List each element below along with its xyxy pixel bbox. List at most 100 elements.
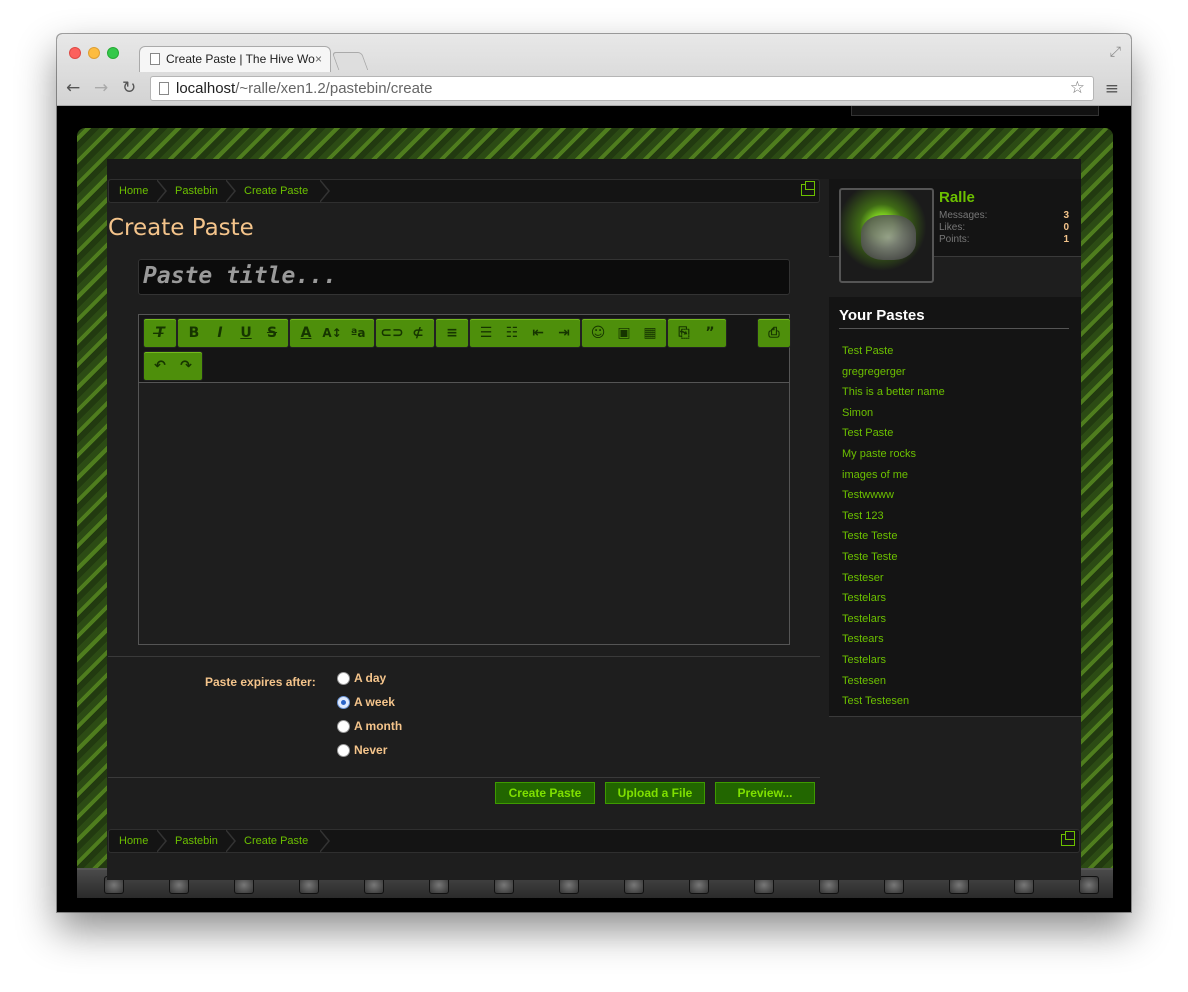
paste-link[interactable]: Test Testesen (842, 695, 909, 707)
redo-icon[interactable]: ↷ (173, 353, 199, 379)
numbered-list-icon[interactable]: ☷ (499, 320, 525, 346)
breadcrumb-pastebin[interactable]: Pastebin (175, 180, 218, 202)
source-toggle-icon[interactable]: ⎙ (761, 320, 787, 346)
radio-button[interactable] (337, 719, 350, 733)
underline-icon[interactable]: U (233, 320, 259, 346)
paste-title-input[interactable]: Paste title... (138, 259, 790, 295)
indent-icon[interactable]: ⇥ (551, 320, 577, 346)
create-paste-button[interactable]: Create Paste (495, 782, 595, 804)
paste-link[interactable]: Testelars (842, 592, 886, 604)
forward-icon[interactable]: → (94, 78, 108, 98)
username[interactable]: Ralle (939, 189, 975, 206)
paste-link[interactable]: Testesen (842, 675, 886, 687)
paste-link[interactable]: Testelars (842, 654, 886, 666)
code-icon[interactable]: ⎘ (671, 320, 697, 346)
expiry-option-label: A week (354, 695, 395, 709)
paste-link[interactable]: Testwwww (842, 489, 894, 501)
close-window-button[interactable] (69, 47, 81, 59)
radio-button[interactable] (337, 671, 350, 685)
image-icon[interactable]: ▣ (611, 320, 637, 346)
paste-link[interactable]: images of me (842, 469, 908, 481)
top-strip (107, 159, 1081, 179)
tab-title: Create Paste | The Hive Wo (166, 52, 315, 66)
font-size-icon[interactable]: A↕ (319, 320, 345, 346)
your-pastes-panel: Your Pastes Test Paste gregregerger This… (829, 297, 1081, 717)
media-icon[interactable]: ▦ (637, 320, 663, 346)
breadcrumb-pastebin[interactable]: Pastebin (175, 830, 218, 852)
browser-tab[interactable]: Create Paste | The Hive Wo × (139, 46, 331, 72)
bold-icon[interactable]: B (181, 320, 207, 346)
jump-to-icon[interactable] (1061, 831, 1075, 846)
paste-link[interactable]: Testeser (842, 572, 884, 584)
reload-icon[interactable]: ↻ (122, 78, 136, 98)
paste-link[interactable]: Test 123 (842, 510, 884, 522)
expiry-option-month[interactable]: A month (337, 719, 402, 733)
divider (108, 777, 820, 778)
breadcrumb-create-paste[interactable]: Create Paste (244, 180, 308, 202)
expiry-option-day[interactable]: A day (337, 671, 386, 685)
minimize-window-button[interactable] (88, 47, 100, 59)
bullet-list-icon[interactable]: ☰ (473, 320, 499, 346)
link-icon[interactable]: ⊂⊃ (379, 320, 405, 346)
smilie-icon[interactable]: ☺ (585, 320, 611, 346)
radio-button-selected[interactable] (337, 695, 350, 709)
back-icon[interactable]: ← (66, 78, 80, 98)
search-input[interactable] (851, 106, 1099, 116)
font-family-icon[interactable]: ªa (345, 320, 371, 346)
paste-link[interactable]: This is a better name (842, 386, 945, 398)
remove-format-icon[interactable]: T̶ (147, 320, 173, 346)
font-color-icon[interactable]: A (293, 320, 319, 346)
toolbar-group-source: ⎙ (757, 318, 791, 348)
strikethrough-icon[interactable]: S (259, 320, 285, 346)
menu-icon[interactable]: ≡ (1105, 79, 1119, 99)
editor-content[interactable] (139, 384, 789, 644)
content-area: Home Pastebin Create Paste Create Paste … (107, 159, 1081, 880)
undo-icon[interactable]: ↶ (147, 353, 173, 379)
fullscreen-icon[interactable]: ⤢ (1110, 44, 1121, 60)
zoom-window-button[interactable] (107, 47, 119, 59)
avatar[interactable] (839, 188, 934, 283)
paste-link[interactable]: Simon (842, 407, 873, 419)
breadcrumb-separator (319, 179, 332, 203)
preview-button[interactable]: Preview... (715, 782, 815, 804)
breadcrumb-separator (225, 179, 238, 203)
paste-link[interactable]: Teste Teste (842, 551, 897, 563)
italic-icon[interactable]: I (207, 320, 233, 346)
url-host: localhost (176, 80, 236, 97)
paste-link[interactable]: Testelars (842, 613, 886, 625)
paste-link[interactable]: Teste Teste (842, 530, 897, 542)
address-bar[interactable]: localhost/~ralle/xen1.2/pastebin/create … (150, 76, 1094, 101)
upload-file-button[interactable]: Upload a File (605, 782, 705, 804)
radio-button[interactable] (337, 743, 350, 757)
outdent-icon[interactable]: ⇤ (525, 320, 551, 346)
toolbar-group-insert: ☺ ▣ ▦ (581, 318, 667, 348)
paste-link[interactable]: Test Paste (842, 345, 893, 357)
expiry-option-never[interactable]: Never (337, 743, 387, 757)
quote-icon[interactable]: ” (697, 320, 723, 346)
breadcrumb-home[interactable]: Home (119, 830, 148, 852)
breadcrumb-create-paste[interactable]: Create Paste (244, 830, 308, 852)
expiry-option-week[interactable]: A week (337, 695, 395, 709)
your-pastes-heading: Your Pastes (839, 307, 1069, 329)
page-title: Create Paste (108, 215, 254, 241)
new-tab-button[interactable] (331, 52, 369, 70)
unlink-icon[interactable]: ⊄ (405, 320, 431, 346)
paste-link[interactable]: My paste rocks (842, 448, 916, 460)
browser-chrome: Create Paste | The Hive Wo × ⤢ ← → ↻ loc… (57, 34, 1131, 106)
user-stat: Likes: 0 (939, 222, 1069, 233)
paste-link[interactable]: Test Paste (842, 427, 893, 439)
user-stat: Messages: 3 (939, 210, 1069, 221)
align-icon[interactable]: ≡ (439, 320, 465, 346)
bookmark-star-icon[interactable]: ☆ (1070, 78, 1085, 98)
stat-label: Points: (939, 234, 970, 245)
breadcrumb-home[interactable]: Home (119, 180, 148, 202)
editor-toolbar: T̶ B I U S A A↕ ªa ⊂⊃ ⊄ ≡ ☰ ☷ ⇤ ⇥ ☺ ▣ ▦ … (139, 315, 791, 383)
paste-link[interactable]: Testears (842, 633, 884, 645)
close-tab-icon[interactable]: × (315, 52, 322, 66)
paste-link[interactable]: gregregerger (842, 366, 906, 378)
toolbar-group-link: ⊂⊃ ⊄ (375, 318, 435, 348)
jump-to-icon[interactable] (801, 181, 815, 196)
breadcrumb-separator (225, 829, 238, 853)
page-icon (159, 82, 169, 95)
breadcrumb-bottom: Home Pastebin Create Paste (108, 829, 1080, 853)
